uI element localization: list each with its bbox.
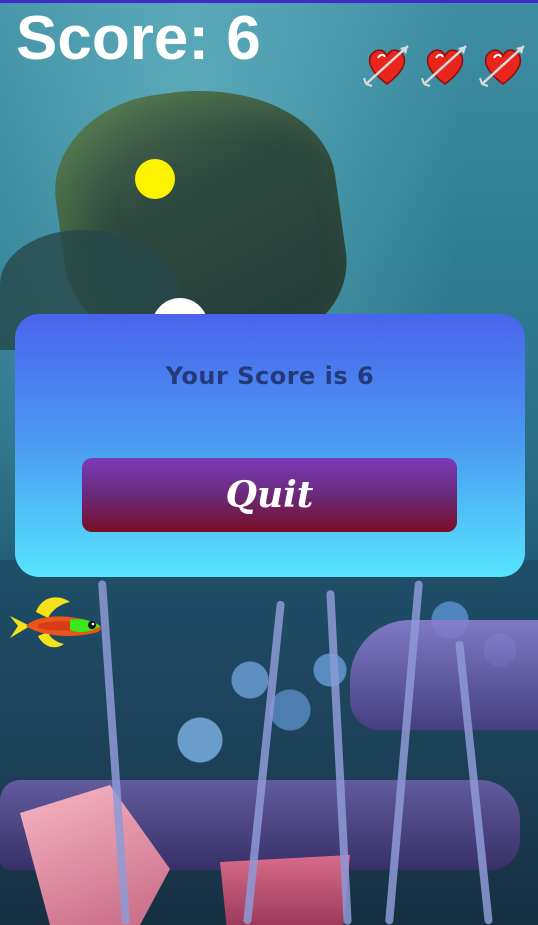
final-score-message: Your Score is 6 [165, 362, 375, 390]
purple-rock [350, 620, 538, 730]
lives-indicator [362, 40, 528, 90]
quit-button[interactable]: Quit [82, 458, 457, 532]
yellow-coin [135, 159, 175, 199]
heart-with-arrow-icon [421, 45, 467, 87]
heart-with-arrow-icon [363, 45, 409, 87]
score-label: Score: 6 [16, 4, 261, 73]
heart-with-arrow-icon [479, 45, 525, 87]
pink-sponge-small [220, 855, 350, 925]
top-border [0, 0, 538, 3]
game-over-dialog: Your Score is 6 Quit [15, 314, 525, 577]
fish-icon [10, 597, 101, 648]
